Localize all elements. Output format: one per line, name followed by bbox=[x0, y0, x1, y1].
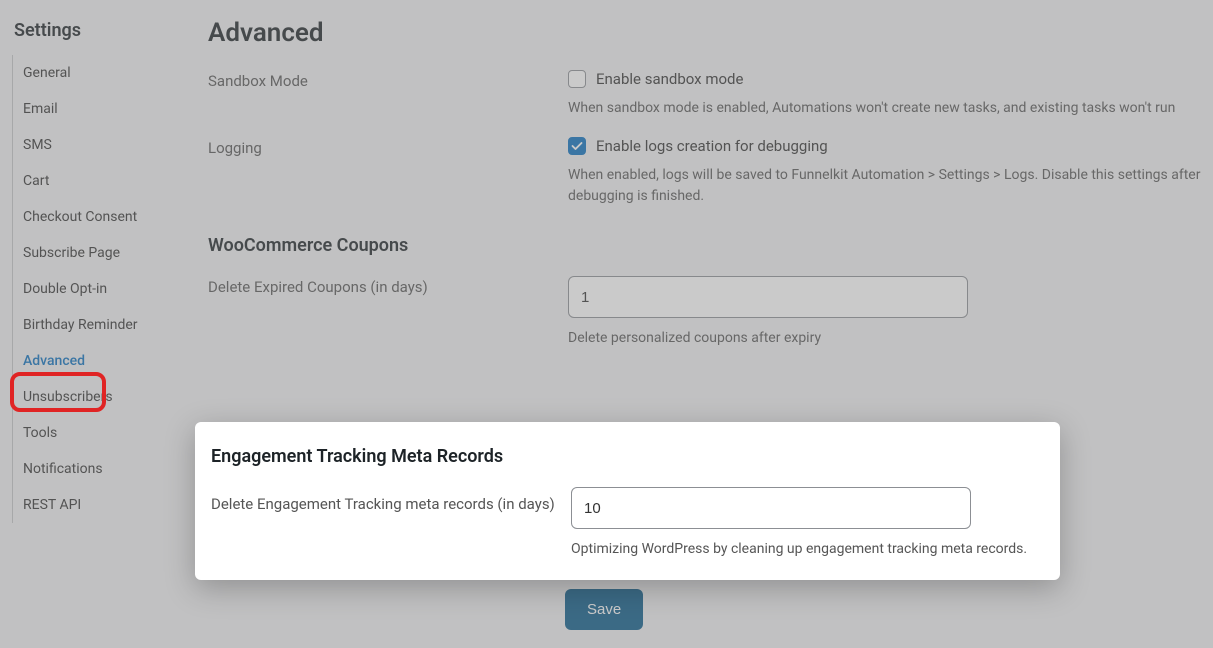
sidebar-item-checkout-consent[interactable]: Checkout Consent bbox=[13, 199, 180, 235]
logging-checkbox[interactable] bbox=[568, 137, 586, 155]
engagement-label: Delete Engagement Tracking meta records … bbox=[211, 487, 571, 560]
sandbox-row: Sandbox Mode Enable sandbox mode When sa… bbox=[208, 70, 1201, 119]
coupons-section-title: WooCommerce Coupons bbox=[208, 235, 1201, 256]
coupons-input[interactable] bbox=[568, 276, 968, 318]
settings-nav: General Email SMS Cart Checkout Consent … bbox=[12, 55, 180, 523]
save-button[interactable]: Save bbox=[565, 589, 643, 630]
page-title: Advanced bbox=[208, 18, 1201, 48]
sidebar-item-birthday-reminder[interactable]: Birthday Reminder bbox=[13, 307, 180, 343]
engagement-panel: Engagement Tracking Meta Records Delete … bbox=[195, 422, 1060, 580]
sandbox-label: Sandbox Mode bbox=[208, 70, 568, 119]
sandbox-desc: When sandbox mode is enabled, Automation… bbox=[568, 98, 1201, 119]
coupons-desc: Delete personalized coupons after expiry bbox=[568, 328, 1201, 349]
coupons-row: Delete Expired Coupons (in days) Delete … bbox=[208, 276, 1201, 349]
coupons-label: Delete Expired Coupons (in days) bbox=[208, 276, 568, 349]
logging-row: Logging Enable logs creation for debuggi… bbox=[208, 137, 1201, 207]
logging-label: Logging bbox=[208, 137, 568, 207]
sidebar-item-email[interactable]: Email bbox=[13, 91, 180, 127]
engagement-section-title: Engagement Tracking Meta Records bbox=[211, 446, 1044, 467]
settings-sidebar: Settings General Email SMS Cart Checkout… bbox=[0, 0, 190, 648]
sidebar-item-double-opt-in[interactable]: Double Opt-in bbox=[13, 271, 180, 307]
sidebar-item-general[interactable]: General bbox=[13, 55, 180, 91]
sidebar-item-tools[interactable]: Tools bbox=[13, 415, 180, 451]
engagement-input[interactable] bbox=[571, 487, 971, 529]
sidebar-item-sms[interactable]: SMS bbox=[13, 127, 180, 163]
sidebar-item-notifications[interactable]: Notifications bbox=[13, 451, 180, 487]
engagement-desc: Optimizing WordPress by cleaning up enga… bbox=[571, 539, 1044, 560]
sidebar-title: Settings bbox=[14, 20, 180, 41]
logging-desc: When enabled, logs will be saved to Funn… bbox=[568, 165, 1201, 207]
logging-check-label: Enable logs creation for debugging bbox=[596, 137, 828, 155]
sidebar-item-unsubscribers[interactable]: Unsubscribers bbox=[13, 379, 180, 415]
sidebar-item-rest-api[interactable]: REST API bbox=[13, 487, 180, 523]
sidebar-item-cart[interactable]: Cart bbox=[13, 163, 180, 199]
sandbox-check-label: Enable sandbox mode bbox=[596, 70, 743, 88]
sandbox-checkbox[interactable] bbox=[568, 70, 586, 88]
sidebar-item-advanced[interactable]: Advanced bbox=[13, 343, 180, 379]
sidebar-item-subscribe-page[interactable]: Subscribe Page bbox=[13, 235, 180, 271]
